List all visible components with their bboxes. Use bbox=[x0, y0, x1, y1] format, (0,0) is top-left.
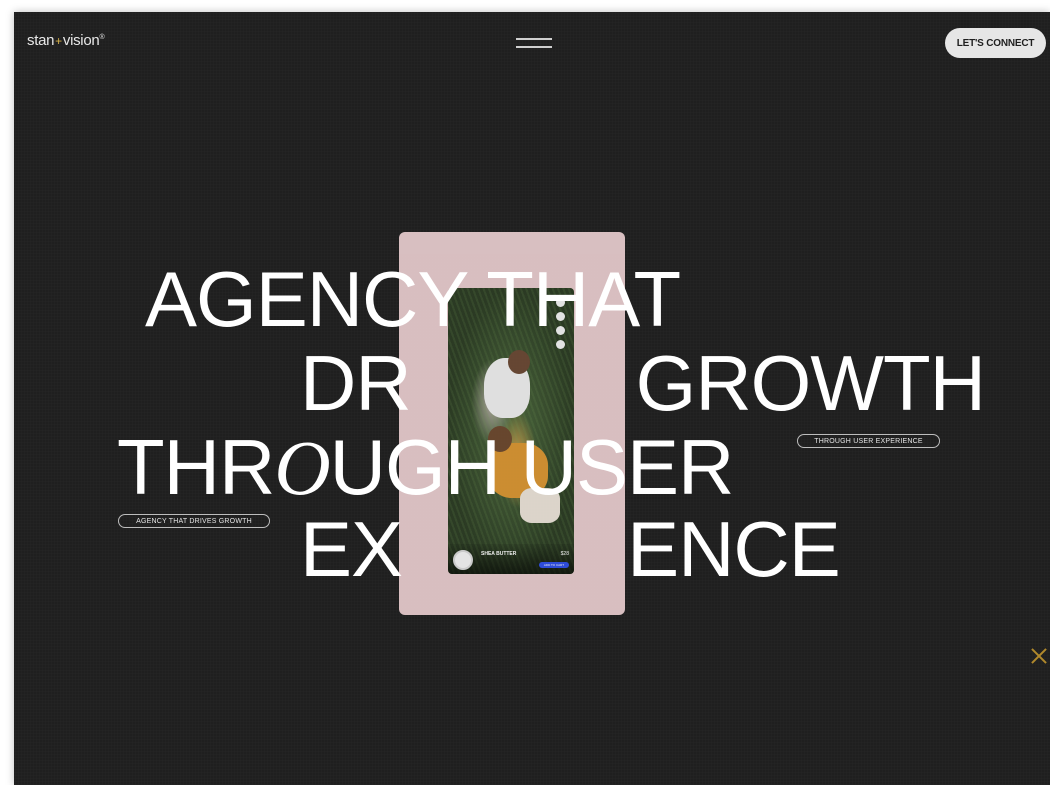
headline-line-3-b: UGH USER bbox=[329, 423, 735, 511]
headline-line-4-a: EX bbox=[300, 505, 403, 593]
hamburger-line-bottom bbox=[516, 46, 552, 48]
headline-line-4: EX ENCE bbox=[300, 510, 841, 588]
headline-line-3-a: THR bbox=[117, 423, 275, 511]
headline-line-1: AGENCY THAT bbox=[145, 260, 681, 338]
headline-line-1-text: AGENCY THAT bbox=[145, 255, 681, 343]
headline-line-4-b: ENCE bbox=[627, 505, 841, 593]
headline-line-2-b: GROWTH bbox=[635, 339, 986, 427]
tag-pill-right: THROUGH USER EXPERIENCE bbox=[797, 434, 940, 448]
logo-text-left: stan bbox=[27, 32, 55, 49]
logo-registered-mark: ® bbox=[99, 34, 105, 41]
close-x-icon[interactable] bbox=[1029, 646, 1049, 666]
tag-pill-left: AGENCY THAT DRIVES GROWTH bbox=[118, 514, 270, 528]
headline-italic-o: O bbox=[274, 424, 330, 511]
logo-text-right: vision bbox=[62, 32, 100, 49]
headline-line-3: THROUGH USER bbox=[117, 428, 734, 507]
logo-plus: + bbox=[55, 34, 62, 48]
headline-line-2-a: DR bbox=[300, 339, 412, 427]
hamburger-icon[interactable] bbox=[516, 36, 552, 52]
hamburger-line-top bbox=[516, 38, 552, 40]
hero-section: stan+vision® LET'S CONNECT SHEA BUTTER $… bbox=[14, 12, 1050, 785]
logo[interactable]: stan+vision® bbox=[27, 32, 105, 49]
lets-connect-button[interactable]: LET'S CONNECT bbox=[945, 28, 1046, 58]
headline-line-2: DR GROWTH bbox=[300, 344, 986, 422]
